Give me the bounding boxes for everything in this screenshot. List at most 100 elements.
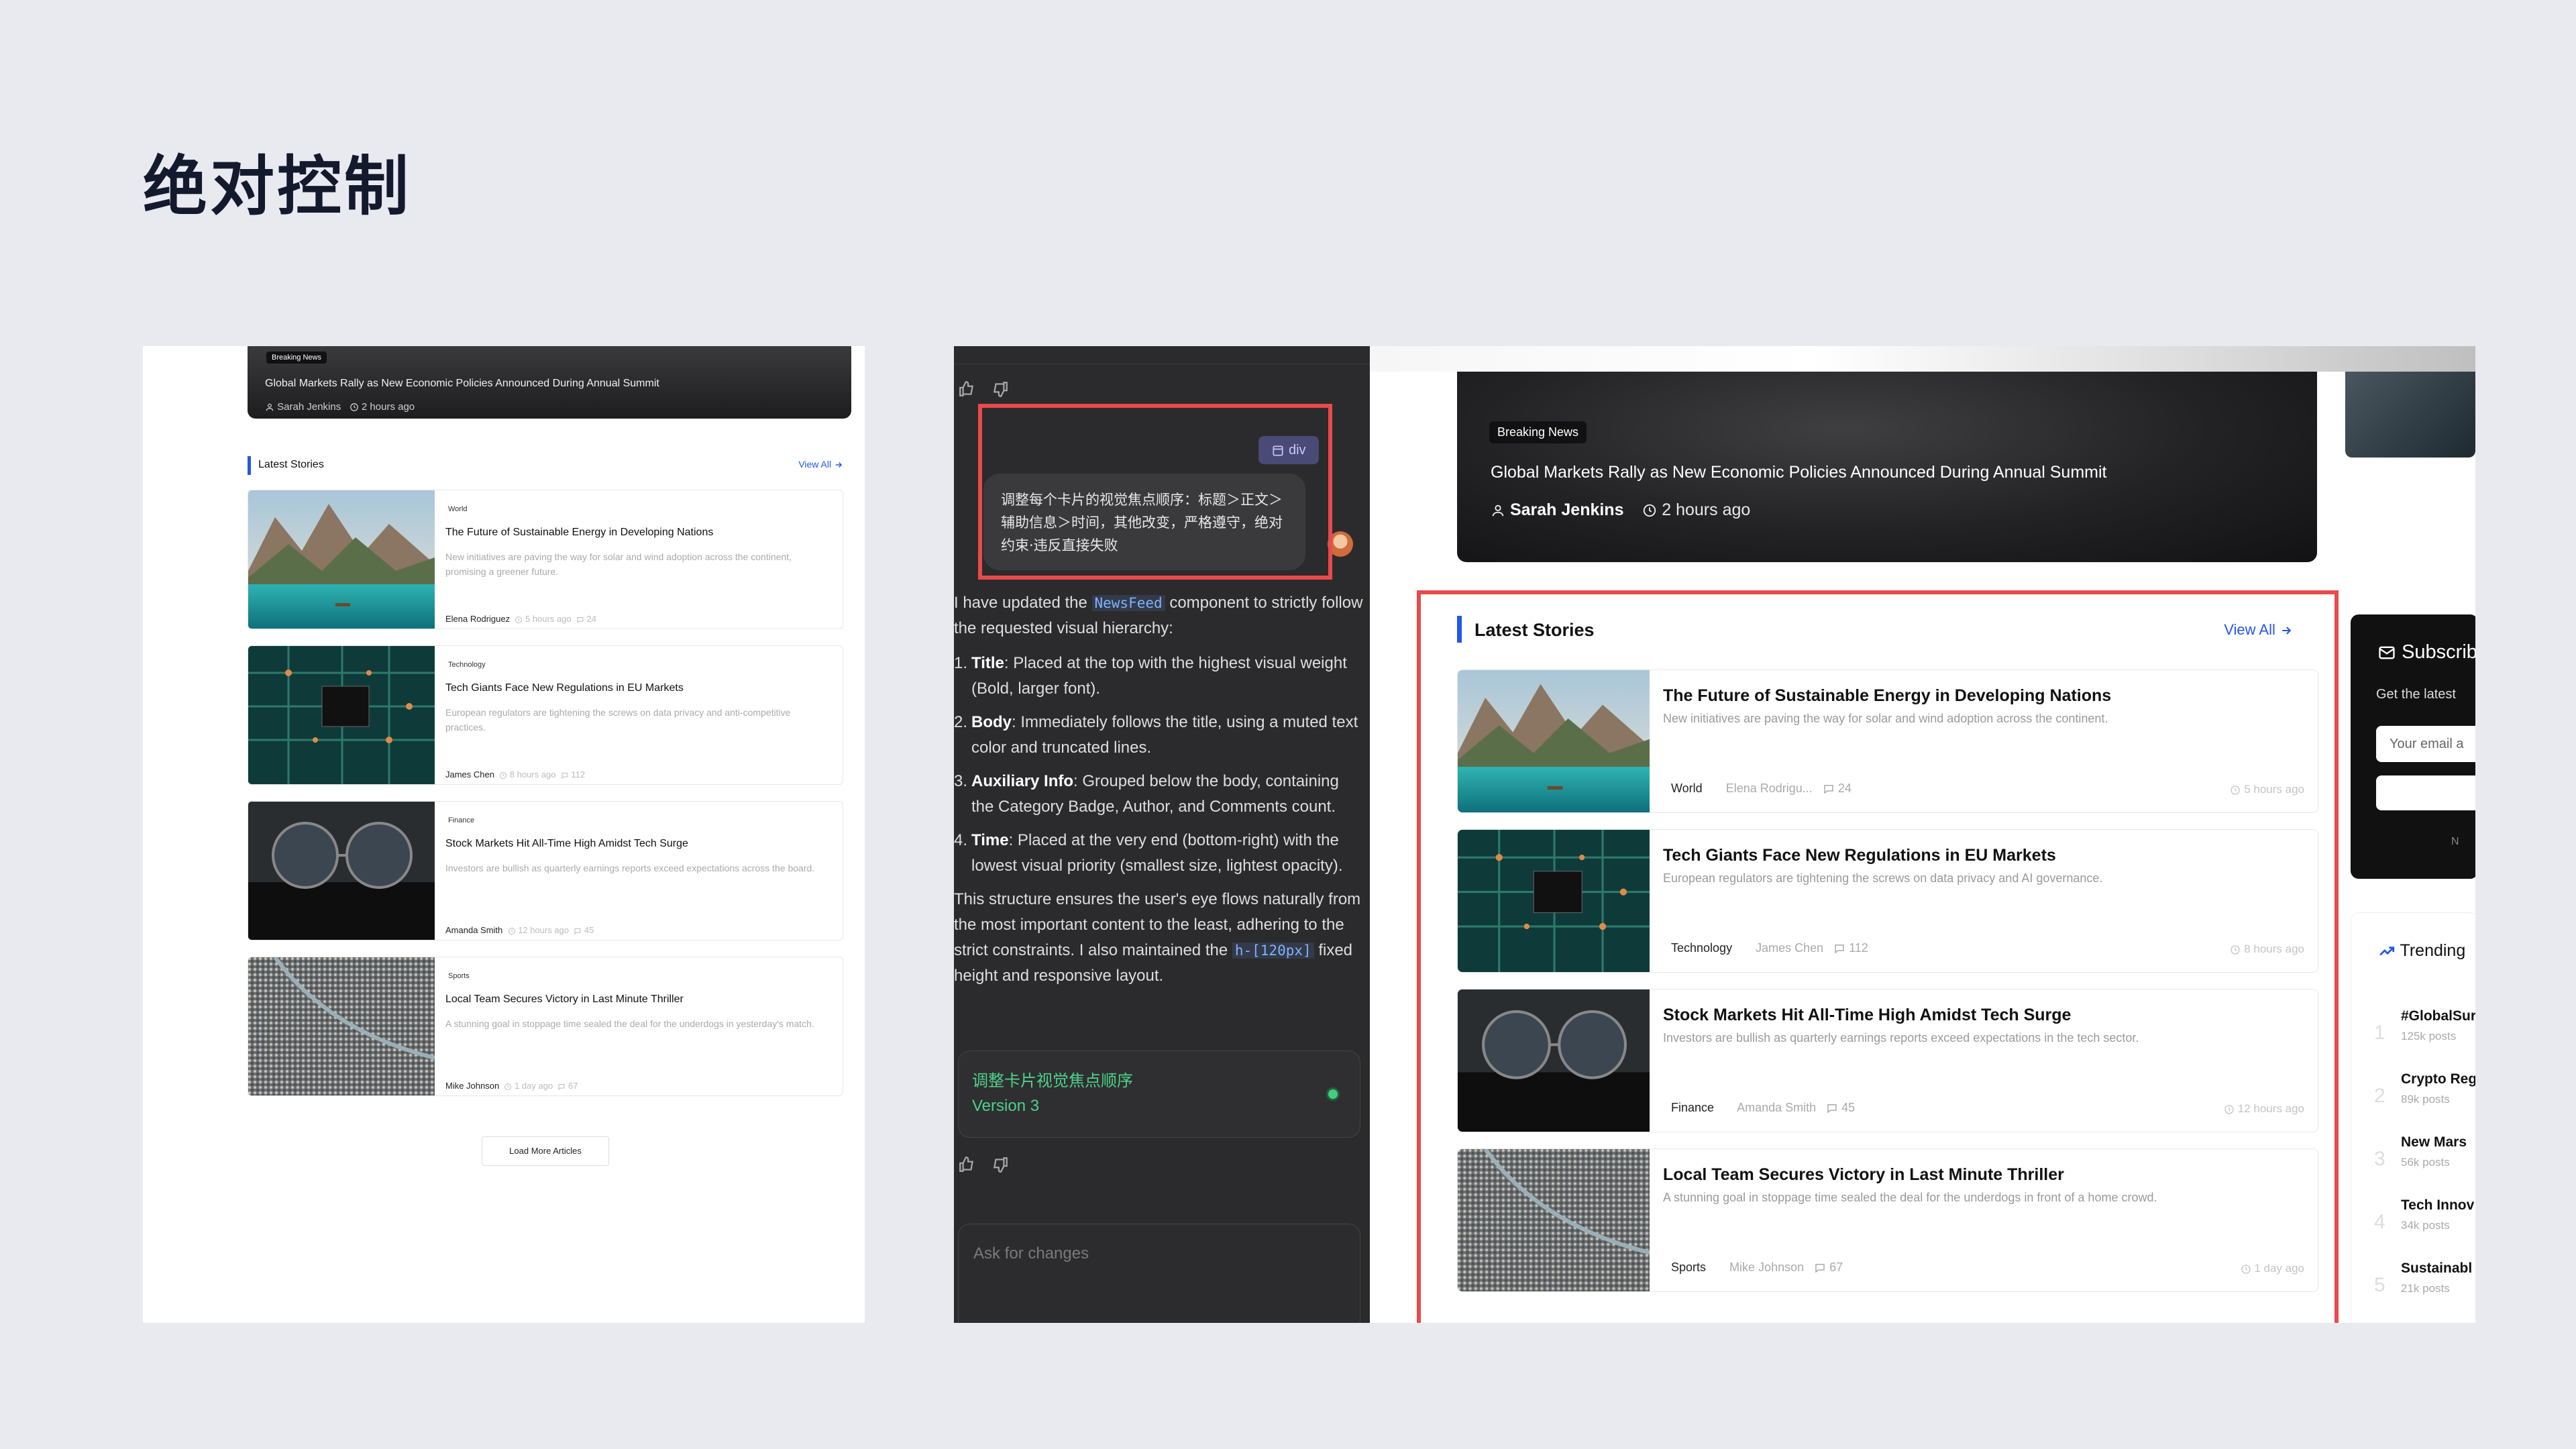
version-card[interactable]: 调整卡片视觉焦点顺序 Version 3 [958,1051,1360,1138]
thumbs-down-icon[interactable] [991,1156,1009,1173]
trending-widget: Trending 1 #GlobalSur 125k posts 2 Crypt… [2351,912,2475,1323]
thumbs-up-icon[interactable] [958,380,975,398]
story-title[interactable]: Stock Markets Hit All-Time High Amidst T… [1663,1006,2307,1025]
section-accent-bar [248,456,251,475]
hero-meta: Sarah Jenkins 2 hours ago [1491,500,1750,520]
story-meta: James Chen 8 hours ago 112 [445,769,585,780]
story-card[interactable]: Tech Giants Face New Regulations in EU M… [1457,829,2318,973]
clock-icon [2231,945,2241,955]
email-field[interactable]: Your email a [2376,726,2475,762]
view-all-link[interactable]: View All [798,459,843,470]
clock-icon [504,1083,512,1090]
story-time: 5 hours ago [525,614,572,624]
subscribe-button[interactable] [2376,775,2475,810]
story-title[interactable]: The Future of Sustainable Energy in Deve… [1663,686,2307,706]
arrow-right-icon [2282,627,2292,635]
thumbs-down-icon[interactable] [991,380,1009,398]
story-card[interactable]: The Future of Sustainable Energy in Deve… [1457,669,2318,813]
section-accent-bar [1457,616,1462,643]
code-span: NewsFeed [1091,595,1165,611]
story-title[interactable]: The Future of Sustainable Energy in Deve… [445,527,828,539]
story-card[interactable]: World The Future of Sustainable Energy i… [248,490,843,629]
story-category: World [1671,782,1703,795]
view-all-label: View All [2224,621,2275,638]
list-num: 3. [954,772,968,790]
story-time: 12 hours ago [518,925,570,935]
trending-item[interactable]: 3 New Mars 56k posts [2374,1134,2475,1188]
story-title[interactable]: Local Team Secures Victory in Last Minut… [445,994,828,1006]
preview-after-panel: Breaking News Global Markets Rally as Ne… [1370,346,2475,1323]
trending-item[interactable]: 1 #GlobalSur 125k posts [2374,1008,2475,1062]
story-body: European regulators are tightening the s… [1663,871,2103,885]
comment-icon [574,928,581,934]
latest-stories-header: Latest Stories View All [1457,616,2322,643]
story-author: Amanda Smith [1737,1101,1817,1114]
hero-author: Sarah Jenkins [1509,500,1624,519]
list-text: : Immediately follows the title, using a… [971,713,1358,757]
user-icon [1492,505,1504,517]
story-image-circuit [1458,830,1650,972]
preview-before-panel: Breaking News Global Markets Rally as Ne… [143,346,865,1323]
list-text: : Placed at the top with the highest vis… [971,654,1347,698]
trending-name: Sustainabl [2401,1260,2473,1276]
hero-meta: Sarah Jenkins 2 hours ago [265,401,415,413]
chat-input-placeholder: Ask for changes [973,1244,1089,1263]
load-more-button[interactable]: Load More Articles [482,1136,609,1166]
story-title[interactable]: Local Team Secures Victory in Last Minut… [1663,1165,2307,1185]
trending-item[interactable]: 4 Tech Innov 34k posts [2374,1197,2475,1251]
story-time-label: 8 hours ago [2244,943,2304,955]
story-card[interactable]: Finance Stock Markets Hit All-Time High … [248,801,843,941]
section-title: Latest Stories [1474,620,1595,640]
trending-item[interactable]: 2 Crypto Reg 89k posts [2374,1071,2475,1125]
trending-rank: 2 [2374,1085,2385,1107]
hero-badge: Breaking News [1489,421,1587,443]
list-item: 3. Auxiliary Info: Grouped below the body… [954,769,1363,820]
story-author: James Chen [445,769,494,780]
story-meta: Finance Amanda Smith 45 [1671,1101,1855,1115]
status-dot [1326,1087,1340,1101]
story-title[interactable]: Stock Markets Hit All-Time High Amidst T… [445,838,828,850]
feedback-row [958,1155,1009,1173]
story-comments: 67 [1829,1260,1843,1274]
view-all-link[interactable]: View All [2224,621,2293,639]
top-bar [1370,346,2475,372]
story-title[interactable]: Tech Giants Face New Regulations in EU M… [1663,846,2307,865]
trending-posts: 56k posts [2401,1156,2450,1169]
highlight-box [978,404,1332,580]
view-all-label: View All [798,459,832,470]
hero-banner[interactable]: Breaking News Global Markets Rally as Ne… [248,346,851,419]
story-author: Amanda Smith [445,925,503,935]
chat-input[interactable]: Ask for changes [958,1224,1360,1323]
list-num: 1. [954,654,968,672]
story-time: 8 hours ago [509,769,556,780]
hero-author: Sarah Jenkins [277,401,341,413]
story-title[interactable]: Tech Giants Face New Regulations in EU M… [445,682,828,694]
comment-icon [558,1083,565,1090]
clock-icon [350,403,358,411]
list-text: : Placed at the very end (bottom-right) … [971,831,1343,875]
story-meta: Mike Johnson 1 day ago 67 [445,1081,578,1091]
story-card[interactable]: Stock Markets Hit All-Time High Amidst T… [1457,989,2318,1132]
list-item: 4. Time: Placed at the very end (bottom-r… [954,828,1363,879]
story-category: Finance [1671,1101,1715,1114]
story-card[interactable]: Technology Tech Giants Face New Regulati… [248,645,843,785]
comment-icon [1827,1104,1837,1114]
clock-icon [2231,785,2241,795]
story-card[interactable]: Sports Local Team Secures Victory in Las… [248,957,843,1096]
comment-icon [561,772,568,779]
hero-banner[interactable]: Breaking News Global Markets Rally as Ne… [1457,372,2317,562]
trending-title-label: Trending [2400,941,2466,960]
hero-title: Global Markets Rally as New Economic Pol… [265,378,659,389]
side-image [2345,372,2475,458]
story-card[interactable]: Local Team Secures Victory in Last Minut… [1457,1148,2318,1292]
comment-icon [577,616,584,623]
list-item: 1. Title: Placed at the top with the high… [954,651,1363,702]
story-time: 8 hours ago [2230,943,2304,956]
story-time: 1 day ago [2241,1262,2304,1275]
trending-posts: 125k posts [2401,1030,2457,1042]
story-category: World [448,505,468,513]
thumbs-up-icon[interactable] [958,1156,975,1173]
trending-item[interactable]: 5 Sustainabl 21k posts [2374,1260,2475,1314]
story-time-label: 1 day ago [2254,1262,2304,1275]
story-time: 5 hours ago [2230,783,2304,796]
